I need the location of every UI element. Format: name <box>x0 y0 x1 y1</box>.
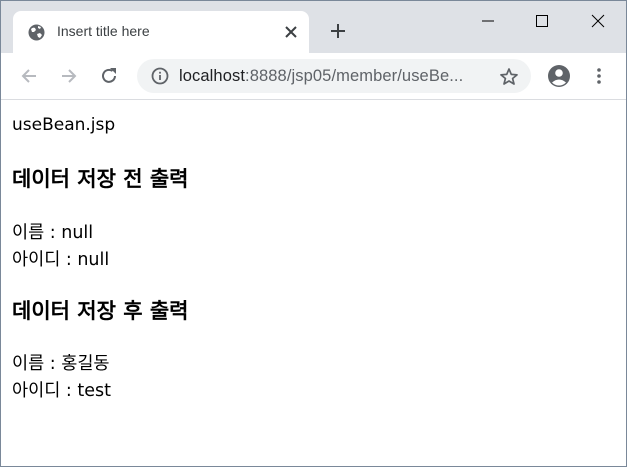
url-path: :8888/jsp05/member/useBe... <box>245 67 464 85</box>
before-id-line: 아이디 : null <box>12 246 109 271</box>
new-tab-icon[interactable] <box>329 22 347 40</box>
reload-icon[interactable] <box>99 66 119 86</box>
id-value: test <box>77 381 111 401</box>
close-icon <box>591 14 605 28</box>
tab-strip: Insert title here <box>1 1 626 53</box>
after-heading: 데이터 저장 후 출력 <box>12 299 189 323</box>
tab-title: Insert title here <box>57 23 150 39</box>
close-window-button[interactable] <box>575 7 621 35</box>
name-value: null <box>61 223 94 243</box>
forward-icon[interactable] <box>59 66 79 86</box>
before-name-line: 이름 : null <box>12 219 93 244</box>
name-label: 이름 : <box>12 223 62 243</box>
url-text[interactable]: localhost:8888/jsp05/member/useBe... <box>179 67 463 86</box>
before-heading: 데이터 저장 전 출력 <box>12 167 189 191</box>
toolbar: localhost:8888/jsp05/member/useBe... <box>1 53 626 100</box>
address-bar[interactable]: localhost:8888/jsp05/member/useBe... <box>137 59 531 93</box>
id-label: 아이디 : <box>12 381 78 401</box>
profile-avatar-icon[interactable] <box>547 64 571 88</box>
url-host: localhost <box>179 67 246 85</box>
back-icon[interactable] <box>19 66 39 86</box>
tab-close-icon[interactable] <box>283 24 299 40</box>
globe-icon <box>28 24 45 41</box>
bookmark-star-icon[interactable] <box>499 67 519 87</box>
id-value: null <box>77 250 110 270</box>
maximize-button[interactable] <box>519 7 565 35</box>
name-label: 이름 : <box>12 354 62 374</box>
id-label: 아이디 : <box>12 250 78 270</box>
info-icon[interactable] <box>151 67 169 85</box>
minimize-button[interactable] <box>465 7 511 35</box>
kebab-menu-icon[interactable] <box>591 67 607 85</box>
after-name-line: 이름 : 홍길동 <box>12 350 110 375</box>
browser-window: Insert title here localhost:8888/jsp05/m… <box>0 0 627 467</box>
name-value: 홍길동 <box>61 354 110 374</box>
maximize-icon <box>536 15 548 27</box>
tab-active[interactable]: Insert title here <box>13 11 309 53</box>
after-id-line: 아이디 : test <box>12 377 111 402</box>
page-filename: useBean.jsp <box>12 115 116 135</box>
minimize-icon <box>482 20 494 22</box>
